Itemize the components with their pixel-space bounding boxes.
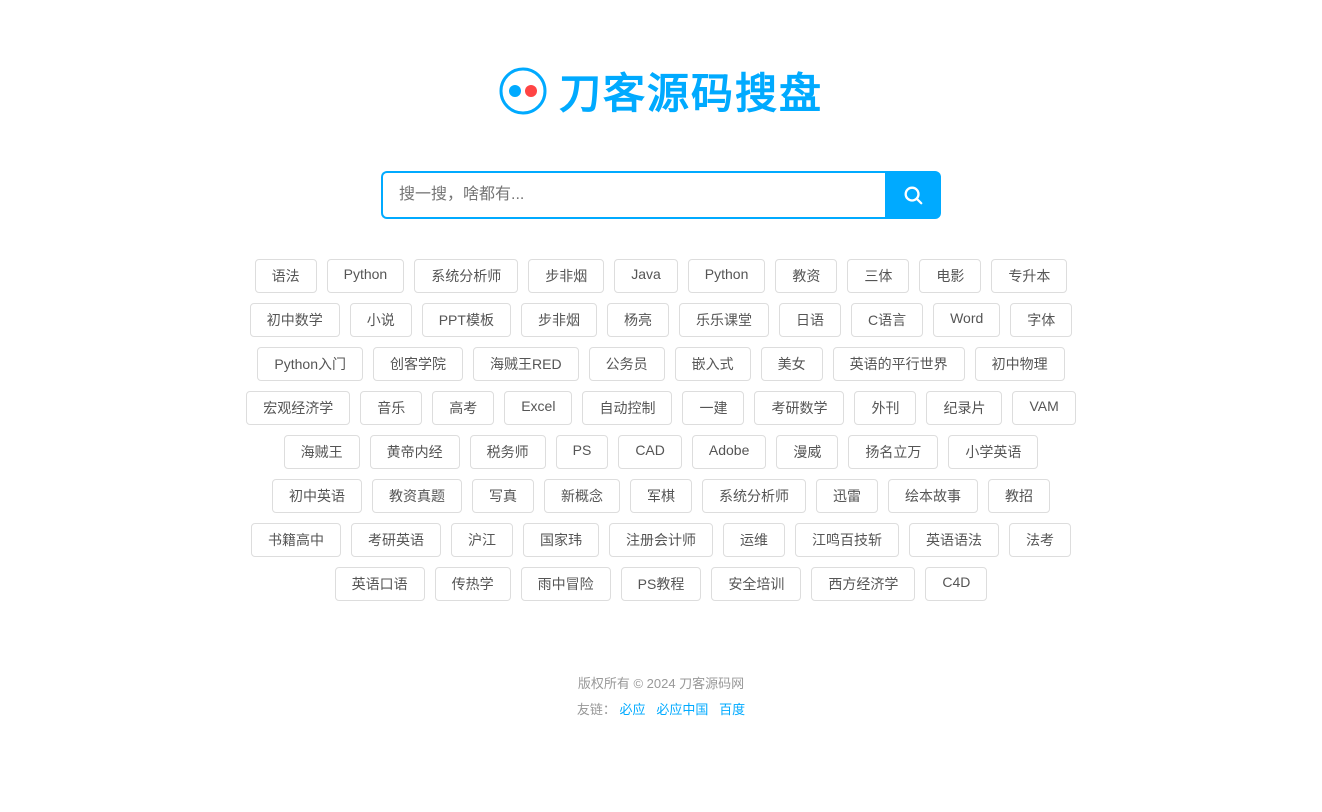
tag-item[interactable]: 日语 [779, 303, 841, 337]
tag-item[interactable]: 纪录片 [926, 391, 1002, 425]
tag-item[interactable]: 写真 [472, 479, 534, 513]
tag-item[interactable]: 嵌入式 [675, 347, 751, 381]
tag-item[interactable]: 语法 [255, 259, 317, 293]
tag-item[interactable]: 三体 [847, 259, 909, 293]
tag-item[interactable]: 教资 [775, 259, 837, 293]
tag-item[interactable]: 扬名立万 [848, 435, 938, 469]
tag-item[interactable]: 海贼王 [284, 435, 360, 469]
tag-item[interactable]: 音乐 [360, 391, 422, 425]
tag-item[interactable]: Java [614, 259, 678, 293]
tag-item[interactable]: Excel [504, 391, 572, 425]
tag-item[interactable]: 电影 [919, 259, 981, 293]
tag-item[interactable]: 公务员 [589, 347, 665, 381]
tag-item[interactable]: 绘本故事 [888, 479, 978, 513]
tag-item[interactable]: 自动控制 [582, 391, 672, 425]
tag-item[interactable]: PS [556, 435, 609, 469]
tags-container: 语法Python系统分析师步非烟JavaPython教资三体电影专升本初中数学小… [241, 259, 1081, 601]
tag-item[interactable]: 创客学院 [373, 347, 463, 381]
tag-item[interactable]: 教资真题 [372, 479, 462, 513]
tag-item[interactable]: 沪江 [451, 523, 513, 557]
tag-item[interactable]: 西方经济学 [811, 567, 915, 601]
tag-item[interactable]: 新概念 [544, 479, 620, 513]
tag-item[interactable]: 黄帝内经 [370, 435, 460, 469]
tag-item[interactable]: 步非烟 [528, 259, 604, 293]
tag-item[interactable]: 专升本 [991, 259, 1067, 293]
tag-item[interactable]: 系统分析师 [702, 479, 806, 513]
tag-item[interactable]: Python [327, 259, 405, 293]
tag-item[interactable]: 教招 [988, 479, 1050, 513]
tag-item[interactable]: PPT模板 [422, 303, 511, 337]
tag-item[interactable]: 书籍高中 [251, 523, 341, 557]
tag-item[interactable]: 英语的平行世界 [833, 347, 965, 381]
tag-item[interactable]: 税务师 [470, 435, 546, 469]
footer-link-bingcn[interactable]: 必应 [619, 702, 645, 717]
tag-item[interactable]: 字体 [1010, 303, 1072, 337]
tag-item[interactable]: 外刊 [854, 391, 916, 425]
tag-item[interactable]: CAD [618, 435, 682, 469]
tag-item[interactable]: 步非烟 [521, 303, 597, 337]
tag-item[interactable]: 初中数学 [250, 303, 340, 337]
tag-item[interactable]: 江鸣百技斩 [795, 523, 899, 557]
site-title: 刀客源码搜盘 [559, 60, 823, 121]
search-input[interactable] [381, 171, 885, 219]
tag-item[interactable]: 考研数学 [754, 391, 844, 425]
footer-links: 友链： 必应 必应中国 百度 [577, 697, 745, 723]
tag-item[interactable]: 初中物理 [975, 347, 1065, 381]
tag-item[interactable]: 系统分析师 [414, 259, 518, 293]
tag-item[interactable]: 小学英语 [948, 435, 1038, 469]
footer-links-label: 友链： [577, 702, 616, 717]
tag-item[interactable]: 乐乐课堂 [679, 303, 769, 337]
tag-item[interactable]: 英语语法 [909, 523, 999, 557]
logo-icon [499, 67, 547, 115]
tag-item[interactable]: 海贼王RED [473, 347, 579, 381]
footer-link-baidu[interactable]: 百度 [719, 702, 745, 717]
tag-item[interactable]: 迅雷 [816, 479, 878, 513]
tag-item[interactable]: 传热学 [435, 567, 511, 601]
tag-item[interactable]: 美女 [761, 347, 823, 381]
tag-item[interactable]: 军棋 [630, 479, 692, 513]
tag-item[interactable]: 法考 [1009, 523, 1071, 557]
tag-item[interactable]: 考研英语 [351, 523, 441, 557]
tag-item[interactable]: 宏观经济学 [246, 391, 350, 425]
tag-item[interactable]: 小说 [350, 303, 412, 337]
footer: 版权所有 © 2024 刀客源码网 友链： 必应 必应中国 百度 [577, 671, 745, 723]
tag-item[interactable]: 漫威 [776, 435, 838, 469]
tag-item[interactable]: C4D [925, 567, 987, 601]
tag-item[interactable]: 注册会计师 [609, 523, 713, 557]
tag-item[interactable]: Adobe [692, 435, 766, 469]
tag-item[interactable]: Python入门 [257, 347, 363, 381]
footer-link-bingchina[interactable]: 必应中国 [656, 702, 708, 717]
tag-item[interactable]: PS教程 [621, 567, 702, 601]
tag-item[interactable]: 运维 [723, 523, 785, 557]
tag-item[interactable]: 雨中冒险 [521, 567, 611, 601]
copyright-text: 版权所有 © 2024 刀客源码网 [577, 671, 745, 697]
tag-item[interactable]: 安全培训 [711, 567, 801, 601]
tag-item[interactable]: C语言 [851, 303, 923, 337]
tag-item[interactable]: 高考 [432, 391, 494, 425]
tag-item[interactable]: 英语口语 [335, 567, 425, 601]
tag-item[interactable]: 初中英语 [272, 479, 362, 513]
logo-area: 刀客源码搜盘 [499, 60, 823, 121]
tag-item[interactable]: Python [688, 259, 766, 293]
tag-item[interactable]: 杨亮 [607, 303, 669, 337]
tag-item[interactable]: VAM [1012, 391, 1075, 425]
tag-item[interactable]: Word [933, 303, 1000, 337]
search-icon [902, 184, 924, 206]
search-button[interactable] [885, 171, 941, 219]
search-bar [381, 171, 941, 219]
tag-item[interactable]: 一建 [682, 391, 744, 425]
tag-item[interactable]: 国家玮 [523, 523, 599, 557]
